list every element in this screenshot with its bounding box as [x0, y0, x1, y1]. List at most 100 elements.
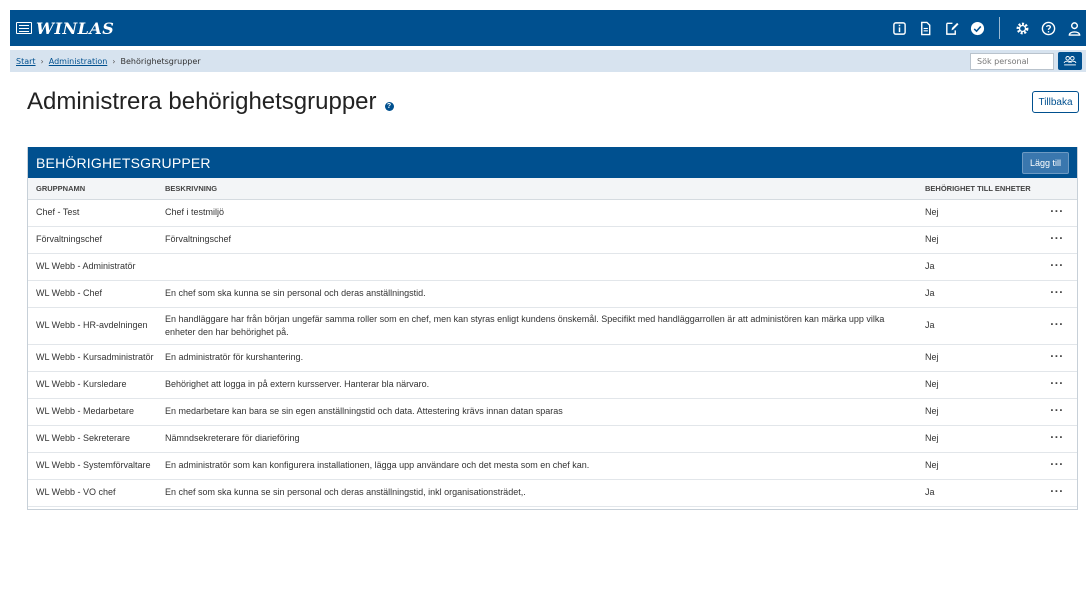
description-cell: Förvaltningschef	[165, 226, 925, 254]
table-row[interactable]: WL Webb - HR-avdelningen En handläggare h…	[28, 307, 1077, 345]
group-name-cell: WL Webb - VO chef	[28, 479, 165, 507]
table-row[interactable]: WL Webb - Kursadministratör En administra…	[28, 344, 1077, 372]
more-options-icon[interactable]: ···	[1050, 485, 1064, 497]
group-name-cell: WL Webb - Medarbetare	[28, 398, 165, 426]
unit-access-cell: Ja	[925, 479, 1037, 507]
table-row[interactable]: WL Webb - Chef En chef som ska kunna se s…	[28, 280, 1077, 308]
top-icon-bar	[885, 10, 1086, 46]
unit-access-cell: Nej	[925, 452, 1037, 480]
row-actions-cell: ···	[1037, 307, 1077, 345]
more-options-icon[interactable]: ···	[1050, 458, 1064, 470]
column-header-unit-access[interactable]: BEHÖRIGHET TILL ENHETER	[925, 178, 1037, 200]
more-options-icon[interactable]: ···	[1050, 232, 1064, 244]
description-cell: En handläggare har från början ungefär s…	[165, 307, 925, 345]
group-name-cell: Chef - Test	[28, 199, 165, 227]
more-options-icon[interactable]: ···	[1050, 318, 1064, 330]
row-actions-cell: ···	[1037, 199, 1077, 227]
row-actions-cell: ···	[1037, 425, 1077, 453]
search-personal-input[interactable]	[970, 52, 1054, 70]
column-header-group-name[interactable]: GRUPPNAMN	[28, 178, 165, 200]
column-header-actions	[1037, 178, 1077, 200]
breadcrumb-separator: ›	[40, 56, 44, 66]
page-title: Administrera behörighetsgrupper ?	[27, 88, 394, 116]
search-personal-button[interactable]	[1058, 52, 1082, 70]
info-icon[interactable]	[887, 16, 911, 40]
table-row[interactable]: WL Webb - VO chef En chef som ska kunna s…	[28, 479, 1077, 507]
description-cell	[165, 253, 925, 281]
table-row[interactable]: Chef - Test Chef i testmiljö Nej ···	[28, 199, 1077, 227]
table-row[interactable]: WL Webb - Sekreterare Nämndsekreterare fö…	[28, 425, 1077, 453]
table-row[interactable]: Förvaltningschef Förvaltningschef Nej ···	[28, 226, 1077, 254]
more-options-icon[interactable]: ···	[1050, 404, 1064, 416]
group-name-cell: WL Webb - Chef	[28, 280, 165, 308]
check-circle-icon[interactable]	[965, 16, 989, 40]
row-actions-cell: ···	[1037, 371, 1077, 399]
top-bar: WINLAS	[10, 10, 1086, 46]
add-button[interactable]: Lägg till	[1022, 151, 1069, 174]
table-row[interactable]: WL Webb - Administratör Ja ···	[28, 253, 1077, 281]
help-dot-icon[interactable]: ?	[384, 101, 394, 111]
more-options-icon[interactable]: ···	[1050, 286, 1064, 298]
description-cell: En chef som ska kunna se sin personal oc…	[165, 280, 925, 308]
group-name-cell: WL Webb - Kursadministratör	[28, 344, 165, 372]
breadcrumb-current: Behörighetsgrupper	[120, 56, 201, 66]
description-cell: En medarbetare kan bara se sin egen anst…	[165, 398, 925, 426]
help-icon[interactable]	[1036, 16, 1060, 40]
table-row[interactable]: WL Webb - Systemförvaltare En administrat…	[28, 452, 1077, 480]
row-actions-cell: ···	[1037, 344, 1077, 372]
unit-access-cell: Ja	[925, 280, 1037, 308]
group-name-cell: WL Webb - Sekreterare	[28, 425, 165, 453]
more-options-icon[interactable]: ···	[1050, 431, 1064, 443]
unit-access-cell: Nej	[925, 371, 1037, 399]
description-cell: En administratör för kurshantering.	[165, 344, 925, 372]
table-row[interactable]: WL Webb - Kursledare Behörighet att logga…	[28, 371, 1077, 399]
description-cell: Chef i testmiljö	[165, 199, 925, 227]
row-actions-cell: ···	[1037, 280, 1077, 308]
table-header-row: GRUPPNAMN BESKRIVNING BEHÖRIGHET TILL EN…	[28, 178, 1077, 200]
logo[interactable]: WINLAS	[16, 19, 114, 38]
group-name-cell: WL Webb - Kursledare	[28, 371, 165, 399]
gear-icon[interactable]	[1010, 16, 1034, 40]
row-actions-cell: ···	[1037, 479, 1077, 507]
search-area	[970, 52, 1086, 70]
unit-access-cell: Nej	[925, 226, 1037, 254]
group-name-cell: Förvaltningschef	[28, 226, 165, 254]
group-name-cell: WL Webb - Administratör	[28, 253, 165, 281]
description-cell: Behörighet att logga in på extern kursse…	[165, 371, 925, 399]
people-icon	[1063, 56, 1077, 66]
panel-title: BEHÖRIGHETSGRUPPER	[36, 154, 211, 171]
unit-access-cell: Nej	[925, 425, 1037, 453]
permission-groups-panel: BEHÖRIGHETSGRUPPER Lägg till GRUPPNAMN B…	[27, 147, 1078, 510]
breadcrumb-start-link[interactable]: Start	[16, 57, 36, 66]
group-name-cell: WL Webb - HR-avdelningen	[28, 307, 165, 345]
more-options-icon[interactable]: ···	[1050, 259, 1064, 271]
edit-icon[interactable]	[939, 16, 963, 40]
breadcrumb-administration-link[interactable]: Administration	[49, 57, 108, 66]
row-actions-cell: ···	[1037, 253, 1077, 281]
user-icon[interactable]	[1062, 16, 1086, 40]
unit-access-cell: Nej	[925, 199, 1037, 227]
table-row[interactable]: WL Webb - Medarbetare En medarbetare kan …	[28, 398, 1077, 426]
breadcrumb-separator: ›	[112, 56, 116, 66]
unit-access-cell: Nej	[925, 344, 1037, 372]
back-button[interactable]: Tillbaka	[1032, 91, 1079, 113]
panel-header: BEHÖRIGHETSGRUPPER Lägg till	[28, 147, 1077, 178]
document-icon[interactable]	[913, 16, 937, 40]
more-options-icon[interactable]: ···	[1050, 350, 1064, 362]
page-title-text: Administrera behörighetsgrupper	[27, 88, 377, 115]
row-actions-cell: ···	[1037, 226, 1077, 254]
description-cell: Nämndsekreterare för diarieföring	[165, 425, 925, 453]
more-options-icon[interactable]: ···	[1050, 377, 1064, 389]
icon-divider	[999, 17, 1000, 39]
column-header-description[interactable]: BESKRIVNING	[165, 178, 925, 200]
logo-book-icon	[16, 22, 32, 34]
breadcrumb-bar: Start › Administration › Behörighetsgrup…	[10, 50, 1086, 72]
breadcrumb: Start › Administration › Behörighetsgrup…	[16, 57, 201, 66]
group-name-cell: WL Webb - Systemförvaltare	[28, 452, 165, 480]
description-cell: En administratör som kan konfigurera ins…	[165, 452, 925, 480]
unit-access-cell: Ja	[925, 253, 1037, 281]
logo-text: WINLAS	[36, 18, 115, 38]
description-cell: En chef som ska kunna se sin personal oc…	[165, 479, 925, 507]
permission-groups-table: GRUPPNAMN BESKRIVNING BEHÖRIGHET TILL EN…	[28, 178, 1077, 507]
more-options-icon[interactable]: ···	[1050, 205, 1064, 217]
